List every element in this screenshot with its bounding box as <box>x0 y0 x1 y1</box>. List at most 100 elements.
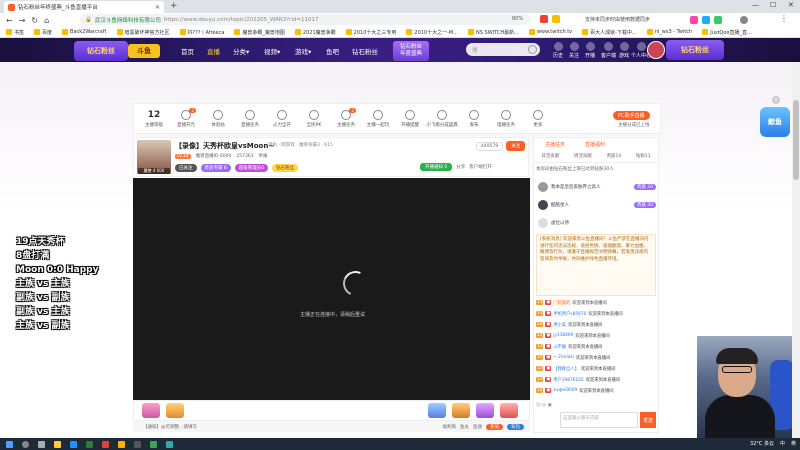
browser-tab[interactable]: 钻石粉丝年终盛典_斗鱼直播平台 ✕ <box>4 1 164 13</box>
search-icon[interactable] <box>528 45 537 54</box>
forward-icon[interactable]: → <box>19 16 26 25</box>
promo-logo-right[interactable]: 钻石粉丝 <box>666 40 724 60</box>
bookmark-item[interactable]: 百大人成就-下载中... <box>582 29 637 36</box>
file-explorer-icon[interactable] <box>54 440 61 448</box>
extension-icon[interactable] <box>540 15 548 23</box>
rank-item[interactable]: 酷酷星人 贵族 30 <box>538 198 656 212</box>
toolbar-item[interactable]: 全民PK <box>298 109 330 128</box>
task-view-icon[interactable] <box>38 440 45 448</box>
extension-icon[interactable] <box>690 16 698 24</box>
bookmark-item[interactable]: Back2Warcraft <box>62 29 107 35</box>
gift-icon[interactable] <box>500 403 518 418</box>
chat-message[interactable]: 13 ● 门前面的 欢迎来到本直播间 <box>536 298 656 307</box>
rank-item[interactable]: 虚位以待 <box>538 216 656 230</box>
bookmark-item[interactable]: 抖???丨Afreeca <box>179 29 224 36</box>
backpack-button[interactable]: 背包 <box>507 423 524 430</box>
tab-weekly[interactable]: 周活贡献 <box>574 153 592 162</box>
back-icon[interactable]: ← <box>6 16 13 25</box>
edge-icon[interactable] <box>70 440 77 448</box>
toolbar-item[interactable]: 发布 <box>458 109 490 128</box>
chat-username[interactable]: xuqlei9009 <box>553 388 577 393</box>
chat-message[interactable]: 13 ● 斗不服 欢迎来到本直播间 <box>536 342 656 351</box>
chat-message[interactable]: 12 ● xuqlei9009 欢迎来到本直播间 <box>536 386 656 395</box>
promo-badge[interactable]: 钻石粉丝 年度盛典 <box>393 41 429 61</box>
close-window-icon[interactable]: ✕ <box>788 1 794 9</box>
chat-message[interactable]: 22 ● 用小美 欢迎来到本直播间 <box>536 320 656 329</box>
app-icon[interactable] <box>166 440 173 448</box>
gift-icon[interactable] <box>428 403 446 418</box>
bookmark-item[interactable]: www.twitch.tv <box>528 29 572 35</box>
zoom-level[interactable]: 80% <box>512 16 523 22</box>
bookmark-item[interactable]: nl_ws3 - Twitch <box>646 29 692 35</box>
chat-input[interactable]: 这里输入聊天内容 <box>560 412 638 428</box>
send-button[interactable]: 发送 <box>640 412 656 428</box>
nav-video[interactable]: 视频▾ <box>264 46 280 56</box>
chat-username[interactable]: 用小美 <box>553 322 566 328</box>
app-icon[interactable] <box>86 440 93 448</box>
toolbar-item[interactable]: 小飞猪分成盛典 <box>426 109 458 128</box>
ime-indicator[interactable]: 中 <box>780 440 785 447</box>
toolbar-item[interactable]: 主播一起玩 <box>362 109 394 128</box>
bookmark-item[interactable]: NS SWITCH最新... <box>468 29 519 36</box>
emoji-icon[interactable]: ☺ ◎ ▣ <box>536 403 552 408</box>
extension-icon[interactable] <box>552 15 560 23</box>
recharge-button[interactable]: 充值 <box>486 423 503 430</box>
nav-category[interactable]: 分类▾ <box>233 46 249 56</box>
nav-game[interactable]: 游戏▾ <box>295 46 311 56</box>
extension-icon[interactable] <box>714 16 722 24</box>
promo-logo-left[interactable]: 钻石粉丝 <box>74 41 128 61</box>
chat-message[interactable]: 12 ● jy138469 欢迎来到本直播间 <box>536 331 656 340</box>
toolbar-item[interactable]: 火力全开 <box>266 109 298 128</box>
app-icon[interactable] <box>134 440 141 448</box>
start-icon[interactable] <box>6 440 13 448</box>
floating-promo[interactable]: 鲸鱼 <box>760 107 790 137</box>
scrollbar-thumb[interactable] <box>793 100 799 180</box>
app-icon[interactable] <box>150 440 157 448</box>
report-link[interactable]: 举报 <box>259 153 268 159</box>
nav-home[interactable]: 首页 <box>181 46 194 56</box>
chat-username[interactable]: 斗不服 <box>553 344 566 350</box>
nav-live[interactable]: 直播 <box>207 46 220 56</box>
toolbar-item[interactable]: 开播提醒 <box>394 109 426 128</box>
anchor-task-link[interactable]: 主播任务 <box>545 141 565 148</box>
client-button[interactable]: 客户端 <box>601 42 616 59</box>
anchor-level[interactable]: 12 主播等级 <box>138 110 170 128</box>
bookmark-item[interactable]: 书签 <box>6 29 24 36</box>
pc-assistant-button[interactable]: PC助手直播 <box>613 111 650 120</box>
tab-diamond[interactable]: 钻粉11 <box>636 153 651 162</box>
chat-message[interactable]: 13 ● 用户19876105 欢迎来到本直播间 <box>536 375 656 384</box>
client-open-button[interactable]: 客户端打开 <box>469 164 492 170</box>
user-avatar[interactable] <box>647 41 665 59</box>
close-icon[interactable]: ✕ <box>772 96 780 104</box>
room-category[interactable]: 单机 · 网游戏 · 魔兽争霸3 · 615 <box>268 142 333 148</box>
profile-icon[interactable] <box>740 16 748 24</box>
bookmark-item[interactable]: 2021魔兽争霸 <box>294 29 336 36</box>
app-icon[interactable] <box>118 440 125 448</box>
chat-username[interactable]: ~ Zenlaki <box>553 355 574 360</box>
toolbar-item[interactable]: 电播任务 <box>490 109 522 128</box>
bookmark-item[interactable]: JustQoo直播_直... <box>702 29 752 36</box>
welfare-button[interactable]: 福利购 <box>443 424 457 430</box>
chat-message[interactable]: 15 ● 【我顾自人】 欢迎来到本直播间 <box>536 364 656 373</box>
follow-button[interactable]: 关注 <box>569 42 579 59</box>
toolbar-item[interactable]: 直播任务 <box>234 109 266 128</box>
search-input[interactable]: 搜 <box>466 43 540 56</box>
tab-noble[interactable]: 贵族14 <box>607 153 622 162</box>
toolbar-item[interactable]: 2 主播任务 <box>330 107 362 128</box>
tab-daily[interactable]: 日活贡献 <box>541 153 559 162</box>
nav-diamond-fans[interactable]: 钻石粉丝 <box>352 46 378 56</box>
chat-username[interactable]: 【我顾自人】 <box>553 366 579 372</box>
url-field[interactable]: 🔒 武汉斗鱼网络科技有限公司 https://www.douyu.com/top… <box>80 14 530 25</box>
close-tab-icon[interactable]: ✕ <box>155 4 160 11</box>
rank-item[interactable]: 我本是皇后皮肤弃之高人 贵族 30 <box>538 180 656 194</box>
sync-status-text[interactable]: 支持未同步时由使用数据同步 <box>585 16 650 23</box>
live-welfare-link[interactable]: 直播福利 <box>585 141 605 148</box>
gift-icon[interactable] <box>476 403 494 418</box>
tag-admin[interactable]: 超级管理员0 <box>234 164 269 172</box>
game-button[interactable]: 游戏 <box>619 42 629 59</box>
minimize-icon[interactable]: — <box>752 1 759 9</box>
extension-icon[interactable] <box>702 16 710 24</box>
bookmark-item[interactable]: 魔兽争霸_魔兽地图 <box>234 29 285 36</box>
maximize-icon[interactable]: ☐ <box>770 1 776 9</box>
nav-yuba[interactable]: 鱼吧 <box>326 46 339 56</box>
